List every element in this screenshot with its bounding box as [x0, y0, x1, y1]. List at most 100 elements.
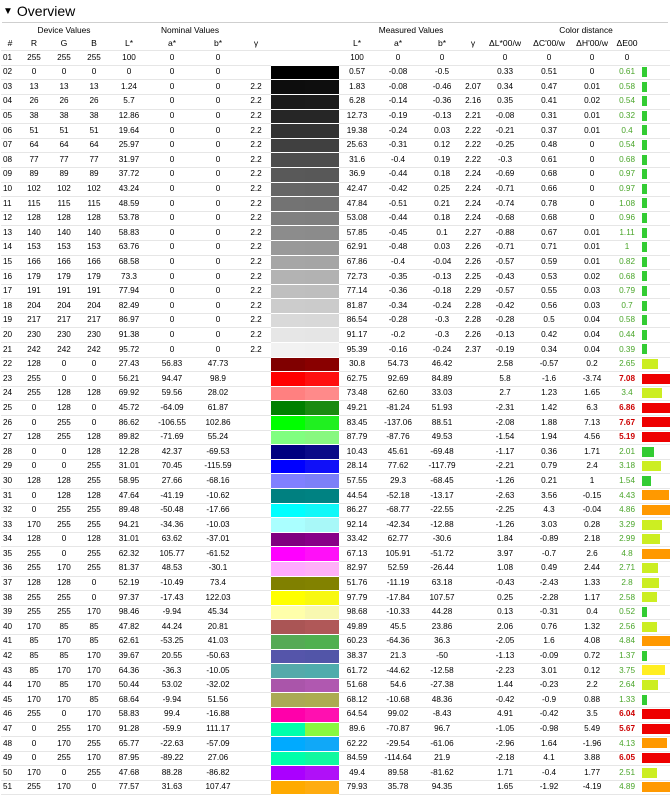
delta-e-bar-cell — [641, 663, 670, 679]
cell-nominal-l: 48.59 — [109, 196, 149, 212]
cell-delta-e: 2.99 — [613, 532, 642, 548]
cell-nominal-l: 100 — [109, 50, 149, 66]
measured-color-swatch-fill — [305, 51, 340, 66]
cell-nominal-l: 53.78 — [109, 211, 149, 227]
section-header[interactable]: ▼ Overview — [0, 0, 670, 22]
cell-measured-b: -0.3 — [421, 313, 464, 329]
cell-nominal-gamma — [241, 663, 272, 679]
cell-delta-e: 1 — [613, 240, 642, 256]
cell-delta-c: 0.55 — [527, 284, 572, 300]
cell-b: 170 — [79, 707, 109, 723]
measured-color-swatch-fill — [305, 737, 340, 751]
cell-measured-b: -12.58 — [421, 663, 464, 679]
cell-delta-c: 0.47 — [527, 79, 572, 95]
table-row: 50 170 0 255 47.68 88.28 -86.82 49.4 89.58 -81.62… — [1, 765, 670, 781]
delta-e-bar-cell — [641, 590, 670, 606]
delta-e-bar-cell — [641, 576, 670, 592]
table-row: 17 191 191 191 77.94 0 0 2.2 77.14 -0.36 -0.18 2.29… — [1, 284, 670, 300]
table-row: 04 26 26 26 5.7 0 0 2.2 6.28 -0.14 -0.36 2.16 0.35 0.… — [1, 94, 670, 110]
cell-delta-h: 0.01 — [571, 255, 614, 271]
cell-nominal-b: -10.62 — [195, 488, 241, 504]
cell-nominal-l: 77.94 — [109, 284, 149, 300]
group-measured-values: Measured Values — [378, 24, 444, 35]
measured-color-swatch — [305, 94, 340, 109]
cell-nominal-gamma — [241, 619, 272, 635]
cell-measured-b: 0.25 — [421, 182, 464, 198]
cell-measured-gamma — [463, 65, 484, 81]
measured-color-swatch — [305, 328, 340, 343]
cell-delta-h: 0 — [571, 196, 614, 212]
cell-nominal-b: 73.4 — [195, 576, 241, 592]
cell-r: 0 — [19, 736, 49, 752]
cell-nominal-a: 0 — [149, 94, 195, 110]
cell-b: 0 — [79, 371, 109, 387]
cell-measured-a: 54.6 — [375, 678, 422, 694]
cell-measured-gamma: 2.22 — [463, 138, 484, 154]
group-nominal-values: Nominal Values — [161, 24, 220, 35]
cell-b: 255 — [79, 517, 109, 533]
cell-measured-l: 89.6 — [339, 722, 376, 738]
cell-nominal-a: 0 — [149, 50, 195, 66]
table-row: 45 170 170 85 68.64 -9.94 51.56 68.12 -10.68 48.3… — [1, 692, 670, 708]
nominal-color-swatch-fill — [271, 65, 306, 80]
delta-e-bar — [642, 271, 648, 282]
nominal-color-swatch — [271, 766, 306, 781]
measured-color-swatch-fill — [305, 124, 340, 138]
cell-delta-e: 2.65 — [613, 357, 642, 373]
nominal-color-swatch — [271, 722, 306, 737]
cell-measured-b: 23.86 — [421, 619, 464, 635]
table-row: 27 128 255 128 89.82 -71.69 55.24 87.79 -87.76 49… — [1, 430, 670, 446]
cell-measured-l: 97.79 — [339, 590, 376, 606]
table-row: 42 85 85 170 39.67 20.55 -50.63 38.37 21.3 -50 -1.… — [1, 649, 670, 665]
measured-color-swatch-fill — [305, 80, 340, 94]
cell-measured-a: -0.45 — [375, 225, 422, 241]
cell-measured-b: -0.5 — [421, 65, 464, 81]
cell-g: 85 — [49, 649, 79, 665]
measured-color-swatch — [305, 401, 340, 416]
cell-measured-a: -17.84 — [375, 590, 422, 606]
delta-e-bar-cell — [641, 517, 670, 533]
measured-color-swatch-fill — [305, 678, 340, 693]
delta-e-bar-cell — [641, 619, 670, 635]
cell-r: 38 — [19, 109, 49, 125]
cell-nominal-gamma — [241, 649, 272, 665]
nominal-color-swatch — [271, 459, 306, 474]
cell-delta-c: -0.89 — [527, 532, 572, 548]
cell-measured-gamma — [463, 692, 484, 708]
nominal-color-swatch — [271, 474, 306, 489]
cell-delta-c: -0.57 — [527, 357, 572, 373]
cell-r: 89 — [19, 167, 49, 183]
nominal-color-swatch — [271, 561, 306, 576]
cell-delta-c: -0.31 — [527, 605, 572, 621]
cell-b: 85 — [79, 692, 109, 708]
cell-delta-h: 0.04 — [571, 313, 614, 329]
cell-nominal-gamma — [241, 415, 272, 431]
cell-measured-gamma: 2.24 — [463, 167, 484, 183]
cell-r: 255 — [19, 561, 49, 577]
cell-g: 255 — [49, 503, 79, 519]
cell-r: 217 — [19, 313, 49, 329]
cell-delta-e: 4.8 — [613, 546, 642, 562]
cell-delta-e: 2.71 — [613, 561, 642, 577]
collapse-triangle-icon[interactable]: ▼ — [3, 6, 13, 17]
cell-measured-a: 29.3 — [375, 473, 422, 489]
cell-nominal-l: 58.95 — [109, 473, 149, 489]
measured-color-swatch — [305, 80, 340, 95]
cell-measured-l: 42.47 — [339, 182, 376, 198]
cell-nominal-a: 70.45 — [149, 459, 195, 475]
cell-nominal-l: 19.64 — [109, 123, 149, 139]
cell-nominal-gamma: 2.2 — [241, 167, 272, 183]
cell-nominal-l: 95.72 — [109, 342, 149, 358]
cell-delta-e: 2.8 — [613, 576, 642, 592]
measured-color-swatch — [305, 474, 340, 489]
cell-r: 255 — [19, 780, 49, 795]
cell-r: 0 — [19, 444, 49, 460]
table-row: 21 242 242 242 95.72 0 0 2.2 95.39 -0.16 -0.24 2.37… — [1, 342, 670, 358]
cell-nominal-gamma — [241, 430, 272, 446]
measured-color-swatch — [305, 780, 340, 795]
cell-b: 0 — [79, 415, 109, 431]
cell-g: 0 — [49, 546, 79, 562]
cell-delta-h: 1.33 — [571, 576, 614, 592]
nominal-color-swatch-fill — [271, 649, 306, 664]
cell-measured-a: -64.36 — [375, 634, 422, 650]
